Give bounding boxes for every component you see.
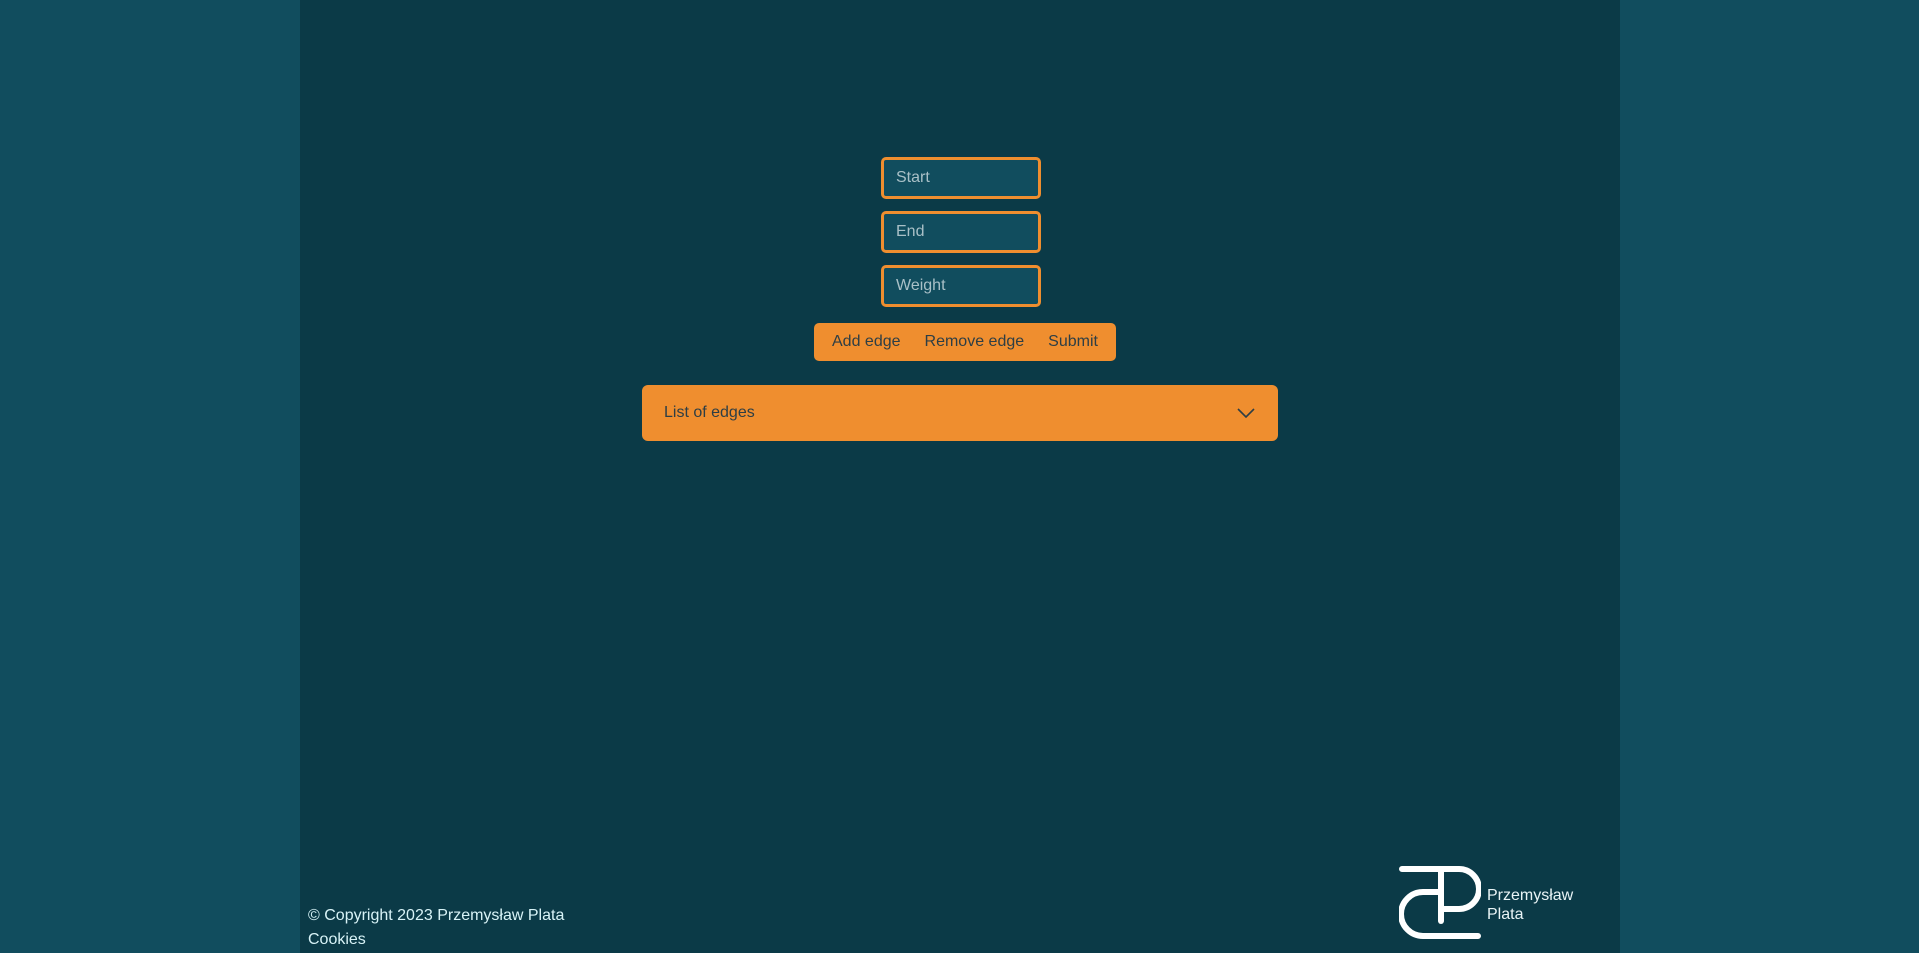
weight-input[interactable] (881, 265, 1041, 307)
list-of-edges-accordion[interactable]: List of edges (642, 385, 1278, 441)
cookies-link[interactable]: Cookies (308, 928, 564, 952)
end-input[interactable] (881, 211, 1041, 253)
add-edge-button[interactable]: Add edge (820, 323, 913, 361)
footer: © Copyright 2023 Przemysław Plata Cookie… (308, 904, 564, 952)
copyright-text: © Copyright 2023 Przemysław Plata (308, 907, 565, 924)
main-content: Add edge Remove edge Submit List of edge… (300, 0, 1620, 953)
chevron-down-icon (1236, 403, 1256, 423)
accordion-label: List of edges (664, 404, 755, 421)
logo-text-line1: Przemysław (1487, 887, 1574, 904)
pp-monogram-logo-icon (1398, 866, 1482, 947)
logo-text: Przemysław Plata (1487, 886, 1573, 924)
remove-edge-button[interactable]: Remove edge (913, 323, 1037, 361)
edge-form (881, 157, 1041, 319)
start-input[interactable] (881, 157, 1041, 199)
edge-actions: Add edge Remove edge Submit (814, 323, 1116, 361)
logo-text-line2: Plata (1487, 906, 1524, 923)
logo[interactable]: Przemysław Plata (1398, 866, 1573, 947)
submit-button[interactable]: Submit (1036, 323, 1110, 361)
